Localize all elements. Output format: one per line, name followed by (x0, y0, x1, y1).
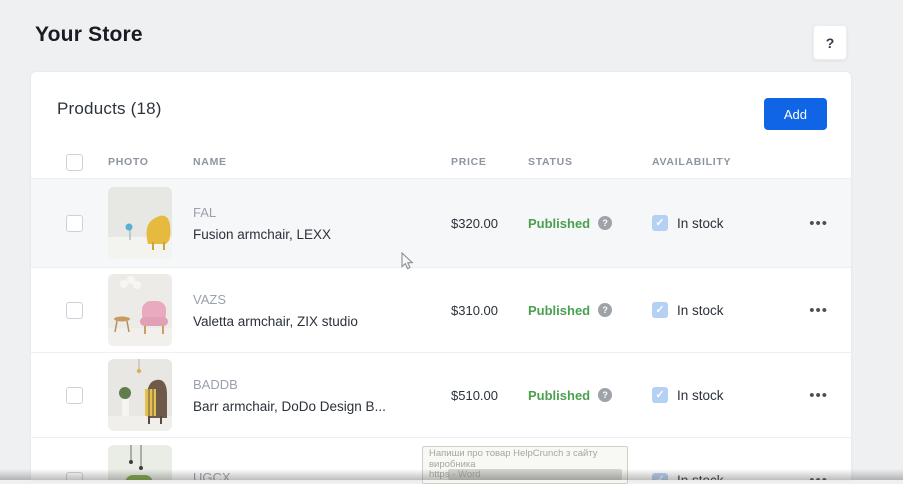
armchair-photo-icon (108, 359, 172, 431)
product-name: Valetta armchair, ZIX studio (193, 314, 451, 329)
help-circle-icon[interactable]: ? (598, 216, 612, 230)
product-photo (108, 445, 172, 481)
product-photo (108, 274, 172, 346)
table-row[interactable]: FAL Fusion armchair, LEXX $320.00 Publis… (31, 179, 851, 268)
help-circle-icon[interactable]: ? (598, 388, 612, 402)
products-card: Products (18) Add PHOTO NAME PRICE STATU… (30, 71, 852, 480)
question-mark-icon: ? (826, 35, 835, 51)
product-name: Fusion armchair, LEXX (193, 227, 451, 242)
row-actions-menu[interactable]: ••• (809, 387, 836, 404)
product-sku: BADDB (193, 377, 451, 392)
in-stock-label: In stock (677, 216, 724, 231)
row-actions-menu[interactable]: ••• (809, 472, 836, 480)
table-row[interactable]: BADDB Barr armchair, DoDo Design B... $5… (31, 353, 851, 438)
in-stock-checkbox[interactable] (652, 215, 668, 231)
in-stock-label: In stock (677, 473, 724, 480)
products-card-header: Products (18) Add (31, 72, 851, 146)
product-name: Barr armchair, DoDo Design B... (193, 399, 451, 414)
in-stock-label: In stock (677, 388, 724, 403)
status-badge: Published (528, 303, 590, 318)
column-header-photo: PHOTO (108, 156, 193, 168)
product-price: $510.00 (451, 388, 528, 403)
row-checkbox[interactable] (66, 215, 83, 232)
arrow-cursor-icon (401, 252, 414, 271)
page-title: Your Store (35, 23, 143, 47)
column-header-price: PRICE (451, 156, 528, 168)
row-actions-menu[interactable]: ••• (809, 302, 836, 319)
mouse-cursor (401, 252, 414, 276)
in-stock-label: In stock (677, 303, 724, 318)
armchair-photo-icon (108, 274, 172, 346)
armchair-photo-icon (108, 187, 172, 259)
product-sku: UGCX (193, 470, 451, 481)
column-header-name: NAME (193, 156, 451, 168)
table-header-row: PHOTO NAME PRICE STATUS AVAILABILITY (31, 146, 851, 179)
product-price: $310.00 (451, 303, 528, 318)
help-button[interactable]: ? (813, 25, 847, 60)
in-stock-checkbox[interactable] (652, 387, 668, 403)
os-taskbar-tooltip: Напиши про товар HelpCrunch з сайту виро… (422, 446, 628, 484)
row-checkbox[interactable] (66, 302, 83, 319)
in-stock-checkbox[interactable] (652, 302, 668, 318)
add-product-button[interactable]: Add (764, 98, 827, 130)
column-header-status: STATUS (528, 156, 652, 168)
products-heading: Products (18) (57, 99, 162, 119)
row-checkbox[interactable] (66, 387, 83, 404)
product-sku: FAL (193, 205, 451, 220)
armchair-photo-icon (108, 445, 172, 481)
help-circle-icon[interactable]: ? (598, 303, 612, 317)
table-row[interactable]: VAZS Valetta armchair, ZIX studio $310.0… (31, 268, 851, 353)
row-checkbox[interactable] (66, 472, 83, 480)
row-actions-menu[interactable]: ••• (809, 215, 836, 232)
product-photo (108, 359, 172, 431)
tooltip-line: Напиши про товар HelpCrunch з сайту виро… (429, 449, 621, 470)
product-sku: VAZS (193, 292, 451, 307)
select-all-checkbox[interactable] (66, 154, 83, 171)
product-photo (108, 187, 172, 259)
status-badge: Published (528, 388, 590, 403)
product-price: $320.00 (451, 216, 528, 231)
status-badge: Published (528, 216, 590, 231)
in-stock-checkbox[interactable] (652, 473, 668, 481)
column-header-availability: AVAILABILITY (652, 156, 786, 168)
tooltip-line: https - Word (429, 470, 621, 481)
